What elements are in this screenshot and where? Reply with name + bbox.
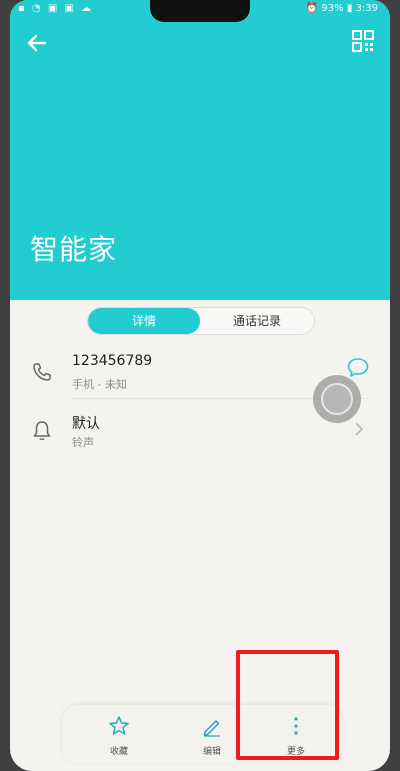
pencil-icon	[203, 720, 220, 737]
phone-type: 手机 - 未知	[72, 378, 127, 391]
favorite-button[interactable]: 收藏	[84, 709, 154, 761]
star-icon	[109, 716, 129, 735]
back-arrow-icon[interactable]	[25, 31, 49, 55]
alarm-icon: ⏰	[305, 3, 319, 14]
floating-button-ring	[321, 383, 353, 415]
floating-assistive-button[interactable]	[313, 375, 361, 423]
battery-icon: ▮	[346, 3, 353, 14]
red-highlight-box	[236, 650, 339, 760]
phone-number: 123456789	[72, 353, 153, 369]
bell-icon	[32, 420, 52, 441]
qr-code-icon[interactable]	[352, 30, 374, 52]
clock-time: 3:39	[355, 3, 378, 14]
tab-call-log[interactable]: 通话记录	[200, 308, 314, 334]
status-icons-left: ▪ ◔ ▣ ▣ ☁	[18, 3, 94, 14]
detail-tabs: 详情 通话记录	[87, 307, 315, 335]
camera-notch	[150, 0, 250, 22]
contact-header: ▪ ◔ ▣ ▣ ☁ ⏰ 93% ▮ 3:39 智能家	[10, 0, 390, 300]
message-icon[interactable]	[346, 357, 370, 379]
battery-level: 93%	[321, 3, 344, 14]
favorite-label: 收藏	[109, 747, 128, 757]
ringtone-value: 默认	[72, 416, 100, 432]
contact-name: 智能家	[30, 233, 118, 266]
edit-label: 编辑	[202, 747, 221, 757]
status-right: ⏰ 93% ▮ 3:39	[306, 3, 378, 14]
contact-detail-screen: ▪ ◔ ▣ ▣ ☁ ⏰ 93% ▮ 3:39 智能家 详情 通话记录 12345…	[10, 0, 390, 771]
chevron-right-icon[interactable]	[353, 421, 365, 437]
phone-icon	[32, 362, 52, 382]
ringtone-label: 铃声	[72, 436, 94, 449]
tab-details[interactable]: 详情	[88, 308, 200, 334]
